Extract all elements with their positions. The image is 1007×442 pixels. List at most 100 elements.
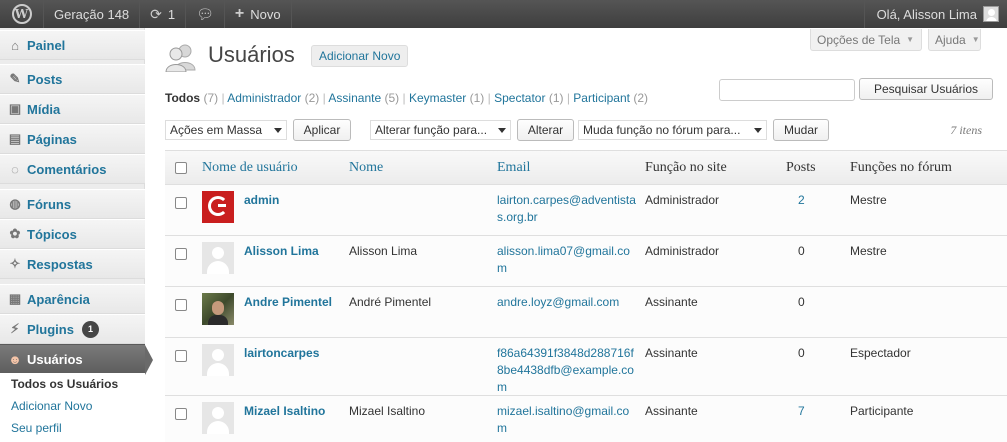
pin-icon: ✎ <box>9 71 21 86</box>
menu-label: Comentários <box>27 161 107 177</box>
header-name[interactable]: Nome <box>349 160 383 176</box>
new-label: Novo <box>250 6 281 22</box>
updates-count: 1 <box>167 6 176 22</box>
menu-item-posts[interactable]: ✎ Posts <box>0 64 145 94</box>
wordpress-logo-icon: W <box>11 4 32 24</box>
filter-count: (1) <box>548 91 564 105</box>
row-checkbox[interactable] <box>175 197 187 209</box>
user-role: Assinante <box>645 295 698 309</box>
screen-options-label: Opções de Tela <box>817 32 901 47</box>
items-count: 7 itens <box>950 123 982 137</box>
change-role-button[interactable]: Alterar <box>517 119 574 141</box>
menu-item-respostas[interactable]: ✧ Respostas <box>0 249 145 279</box>
site-name-link[interactable]: Geração 148 <box>44 0 141 28</box>
table-row: Mizael Isaltino Mizael Isaltino mizael.i… <box>165 396 1007 442</box>
menu-item-topicos[interactable]: ✿ Tópicos <box>0 219 145 249</box>
menu-item-plugins[interactable]: ⚡︎ Plugins 1 <box>0 314 145 344</box>
add-new-user-button[interactable]: Adicionar Novo <box>311 45 409 67</box>
dropdown-arrow-icon <box>274 128 282 133</box>
menu-item-painel[interactable]: ⌂ Painel <box>0 30 145 60</box>
dropdown-arrow-icon <box>498 128 506 133</box>
header-email[interactable]: Email <box>497 160 530 176</box>
filter-spectator[interactable]: Spectator <box>494 91 545 105</box>
email-link[interactable]: mizael.isaltino@gmail.com <box>497 403 637 437</box>
search-users-button[interactable]: Pesquisar Usuários <box>859 78 993 100</box>
filter-all[interactable]: Todos <box>165 91 200 105</box>
user-search-input[interactable] <box>719 79 855 101</box>
menu-label: Tópicos <box>27 226 77 242</box>
username-link[interactable]: Andre Pimentel <box>244 294 332 311</box>
filter-keymaster[interactable]: Keymaster <box>409 91 466 105</box>
default-avatar <box>202 344 234 376</box>
help-button[interactable]: Ajuda ▼ <box>928 29 981 51</box>
email-link[interactable]: andre.loyz@gmail.com <box>497 294 637 311</box>
menu-item-aparencia[interactable]: ▦ Aparência <box>0 284 145 314</box>
username-link[interactable]: Alisson Lima <box>244 243 319 260</box>
header-forum-role: Funções no fórum <box>850 160 952 175</box>
row-checkbox[interactable] <box>175 299 187 311</box>
change-forum-role-select[interactable]: Muda função no fórum para... <box>578 120 767 140</box>
new-content-menu[interactable]: + Novo <box>225 0 292 28</box>
updates-link[interactable]: ⟳ 1 <box>140 0 187 28</box>
posts-count-link[interactable]: 7 <box>798 403 805 420</box>
forum-role: Participante <box>850 404 914 418</box>
submenu-all-users[interactable]: Todos os Usuários <box>0 373 145 395</box>
comments-link[interactable]: 💬︎ <box>186 0 225 28</box>
screen-options-button[interactable]: Opções de Tela ▼ <box>810 29 922 51</box>
pages-icon: ▤ <box>8 131 22 146</box>
username-link[interactable]: Mizael Isaltino <box>244 403 325 420</box>
menu-label: Fóruns <box>27 196 72 212</box>
submenu-your-profile[interactable]: Seu perfil <box>0 417 145 439</box>
email-link[interactable]: f86a64391f3848d288716f8be4438dfb@example… <box>497 345 637 396</box>
topics-icon: ✿ <box>9 226 21 241</box>
menu-label: Mídia <box>27 101 61 117</box>
change-role-select[interactable]: Alterar função para... <box>370 120 511 140</box>
user-name: André Pimentel <box>349 295 432 309</box>
filter-subscriber[interactable]: Assinante <box>328 91 381 105</box>
row-checkbox[interactable] <box>175 408 187 420</box>
table-row: admin lairton.carpes@adventistas.org.br … <box>165 185 1007 236</box>
user-avatar-icon <box>983 6 999 22</box>
email-link[interactable]: lairton.carpes@adventistas.org.br <box>497 192 637 226</box>
select-all-checkbox[interactable] <box>175 162 187 174</box>
username-link[interactable]: lairtoncarpes <box>244 345 319 362</box>
posts-count: 0 <box>798 244 805 258</box>
table-row: Andre Pimentel André Pimentel andre.loyz… <box>165 287 1007 338</box>
filter-count: (2) <box>633 91 649 105</box>
submenu-add-new[interactable]: Adicionar Novo <box>0 395 145 417</box>
default-avatar <box>202 402 234 434</box>
forum-role: Espectador <box>850 346 911 360</box>
menu-item-comentarios[interactable]: ◌ Comentários <box>0 154 145 184</box>
menu-item-foruns[interactable]: ◍ Fóruns <box>0 189 145 219</box>
greeting: Olá, Alisson Lima <box>876 6 977 22</box>
menu-item-paginas[interactable]: ▤ Páginas <box>0 124 145 154</box>
filter-count: (1) <box>469 91 485 105</box>
menu-label: Plugins <box>27 321 74 337</box>
posts-count-link[interactable]: 2 <box>798 192 805 209</box>
apply-button[interactable]: Aplicar <box>293 119 351 141</box>
wordpress-logo-menu[interactable]: W <box>0 0 44 28</box>
change-forum-role-button[interactable]: Mudar <box>773 119 829 141</box>
row-checkbox[interactable] <box>175 350 187 362</box>
admin-bar: W Geração 148 ⟳ 1 💬︎ + Novo Olá, Alisson… <box>0 0 1007 28</box>
help-label: Ajuda <box>935 32 966 47</box>
row-checkbox[interactable] <box>175 248 187 260</box>
table-row: Alisson Lima Alisson Lima alisson.lima07… <box>165 236 1007 287</box>
caret-down-icon: ▼ <box>971 35 980 44</box>
table-row: lairtoncarpes f86a64391f3848d288716f8be4… <box>165 338 1007 396</box>
email-link[interactable]: alisson.lima07@gmail.com <box>497 243 637 277</box>
plugins-icon: ⚡︎ <box>10 321 20 336</box>
appearance-icon: ▦ <box>8 291 22 306</box>
account-menu[interactable]: Olá, Alisson Lima <box>863 0 1007 28</box>
forum-role: Mestre <box>850 193 887 207</box>
header-username[interactable]: Nome de usuário <box>202 160 298 176</box>
bulk-actions-select[interactable]: Ações em Massa <box>165 120 287 140</box>
filter-participant[interactable]: Participant <box>573 91 630 105</box>
filter-administrator[interactable]: Administrador <box>227 91 301 105</box>
main-content: Opções de Tela ▼ Ajuda ▼ Usuários Adicio… <box>145 28 1007 442</box>
username-link[interactable]: admin <box>244 192 279 209</box>
menu-item-usuarios[interactable]: ☻ Usuários <box>0 344 153 375</box>
menu-item-midia[interactable]: ▣ Mídia <box>0 94 145 124</box>
users-table: Nome de usuário Nome Email Função no sit… <box>165 150 1007 442</box>
default-avatar <box>202 242 234 274</box>
